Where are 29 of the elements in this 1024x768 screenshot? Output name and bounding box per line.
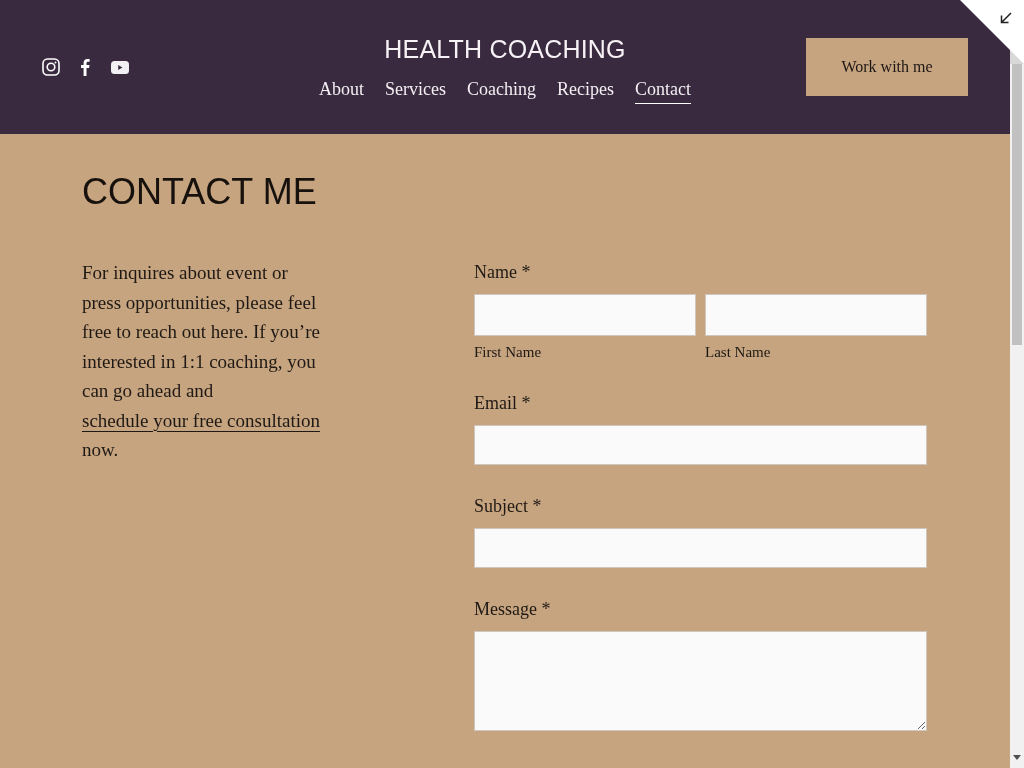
facebook-icon[interactable] xyxy=(81,58,90,76)
field-label: Email * xyxy=(474,392,531,415)
consultation-link[interactable]: schedule your free consultation xyxy=(82,409,320,431)
name-input-field[interactable] xyxy=(705,294,927,336)
field-label: Name * xyxy=(474,261,531,284)
scrollbar-thumb[interactable] xyxy=(1012,64,1022,345)
instagram-icon[interactable] xyxy=(42,58,60,76)
input-field[interactable] xyxy=(474,425,927,465)
diagonal-arrow-icon[interactable] xyxy=(1000,12,1012,24)
nav-link[interactable]: Coaching xyxy=(467,78,536,104)
intro-paragraph: For inquires about event or press opportunities, please feel free to reach out here. If you’re interested in 1:1 coaching, you can go ahead and schedule your free consultation now. xyxy=(82,261,321,462)
nav-link[interactable]: Contact xyxy=(635,78,691,104)
field-label: Message * xyxy=(474,598,551,621)
site-title[interactable]: HEALTH COACHING xyxy=(384,34,626,64)
name-input-field[interactable] xyxy=(474,294,696,336)
nav-link[interactable]: About xyxy=(319,78,364,104)
work-with-me-button[interactable]: Work with me xyxy=(806,38,968,96)
field-sublabel: Last Name xyxy=(705,343,771,362)
nav-link[interactable]: Recipes xyxy=(557,78,614,104)
youtube-icon[interactable] xyxy=(111,60,129,74)
message-field[interactable] xyxy=(474,631,927,731)
page-heading: CONTACT ME xyxy=(82,170,317,213)
scroll-down-icon[interactable] xyxy=(1013,755,1021,760)
input-field[interactable] xyxy=(474,528,927,568)
field-label: Subject * xyxy=(474,495,542,518)
field-sublabel: First Name xyxy=(474,343,542,362)
corner-fold xyxy=(960,0,1024,64)
scrollbar[interactable] xyxy=(1010,64,1024,768)
nav-link[interactable]: Services xyxy=(385,78,446,104)
